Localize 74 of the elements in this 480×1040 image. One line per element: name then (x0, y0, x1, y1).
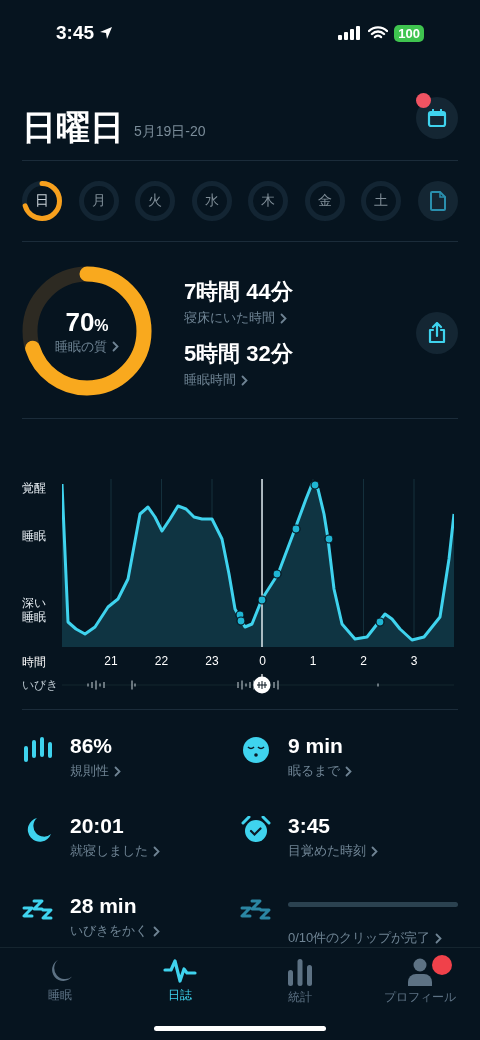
tab-item[interactable]: 日誌 (130, 958, 230, 1018)
signal-icon (338, 26, 363, 40)
data-point (324, 534, 334, 544)
chevron-icon (114, 765, 121, 777)
day-button[interactable]: 木 (248, 181, 289, 221)
hour-label: 21 (104, 654, 118, 668)
metric-link[interactable]: 規則性 (70, 762, 121, 780)
metric-link[interactable]: 目覚めた時刻 (288, 842, 378, 860)
day-title: 日曜日 (22, 110, 124, 144)
data-point (257, 595, 267, 605)
quality-link[interactable]: 睡眠の質 (55, 337, 119, 356)
sleeping-face-icon (240, 736, 272, 764)
stage-label: 覚醒 (22, 482, 47, 496)
metric-link[interactable]: 就寝しました (70, 842, 160, 860)
hour-label: 1 (309, 654, 317, 668)
battery-level: 100 (394, 24, 424, 42)
data-point (375, 617, 385, 627)
person-icon (407, 958, 433, 986)
chevron-icon (371, 845, 378, 857)
duration-value: 7時間 44分 (184, 278, 293, 306)
metric-link[interactable]: いびきをかく (70, 922, 160, 940)
status-time: 3:45 (56, 22, 95, 44)
data-point (272, 569, 282, 579)
chevron-icon (280, 312, 287, 324)
location-arrow-icon (99, 26, 114, 40)
metric-value: 28 min (70, 894, 137, 918)
hour-label: 23 (205, 654, 219, 668)
alarm-clock-icon (240, 816, 272, 844)
share-icon (427, 322, 447, 344)
metric-link[interactable]: 0/10件のクリップが完了 (288, 929, 443, 947)
wave-icon (163, 958, 197, 984)
duration-link[interactable]: 睡眠時間 (184, 371, 248, 389)
share-button[interactable] (416, 312, 458, 354)
calendar-icon (427, 108, 447, 128)
hour-label: 3 (410, 654, 418, 668)
tab-item[interactable]: 統計 (250, 958, 350, 1018)
data-point (310, 480, 320, 490)
metric-value: 3:45 (288, 814, 331, 838)
day-button[interactable]: 月 (78, 181, 119, 221)
tab-item[interactable]: プロフィール (370, 958, 470, 1018)
report-button[interactable] (417, 181, 458, 221)
hour-label: 2 (360, 654, 367, 668)
chevron-icon (112, 341, 119, 352)
day-button[interactable]: 土 (361, 181, 402, 221)
hour-label: 22 (154, 654, 169, 668)
duration-link[interactable]: 寝床にいた時間 (184, 309, 287, 327)
day-button[interactable]: 金 (304, 181, 345, 221)
day-button[interactable]: 火 (135, 181, 176, 221)
metric-link[interactable]: 眠るまで (288, 762, 352, 780)
stage-label: 睡眠 (22, 530, 47, 544)
hour-label: 0 (259, 654, 266, 668)
chevron-icon (153, 925, 160, 937)
data-point (236, 616, 246, 626)
data-point (291, 524, 301, 534)
axis-title: 時間 (22, 654, 47, 671)
duration-value: 5時間 32分 (184, 340, 293, 368)
stage-label: 深い睡眠 (22, 597, 47, 625)
quality-percent: 70% (65, 306, 109, 338)
snore-label: いびき (22, 677, 59, 694)
metric-value: 86% (70, 734, 113, 758)
chevron-icon (345, 765, 352, 777)
tab-item[interactable]: 睡眠 (10, 958, 110, 1018)
metric-value: 9 min (288, 734, 343, 758)
date-range: 5月19日-20 (134, 123, 206, 141)
wifi-icon (368, 26, 389, 40)
document-icon (429, 191, 446, 211)
day-button[interactable]: 水 (191, 181, 232, 221)
chevron-icon (153, 845, 160, 857)
metric-value: 20:01 (70, 814, 124, 838)
chevron-icon (435, 932, 443, 944)
day-button[interactable]: 日 (22, 181, 62, 221)
bar-chart-icon (287, 958, 313, 986)
chevron-icon (241, 374, 248, 386)
bars-icon (22, 736, 54, 764)
